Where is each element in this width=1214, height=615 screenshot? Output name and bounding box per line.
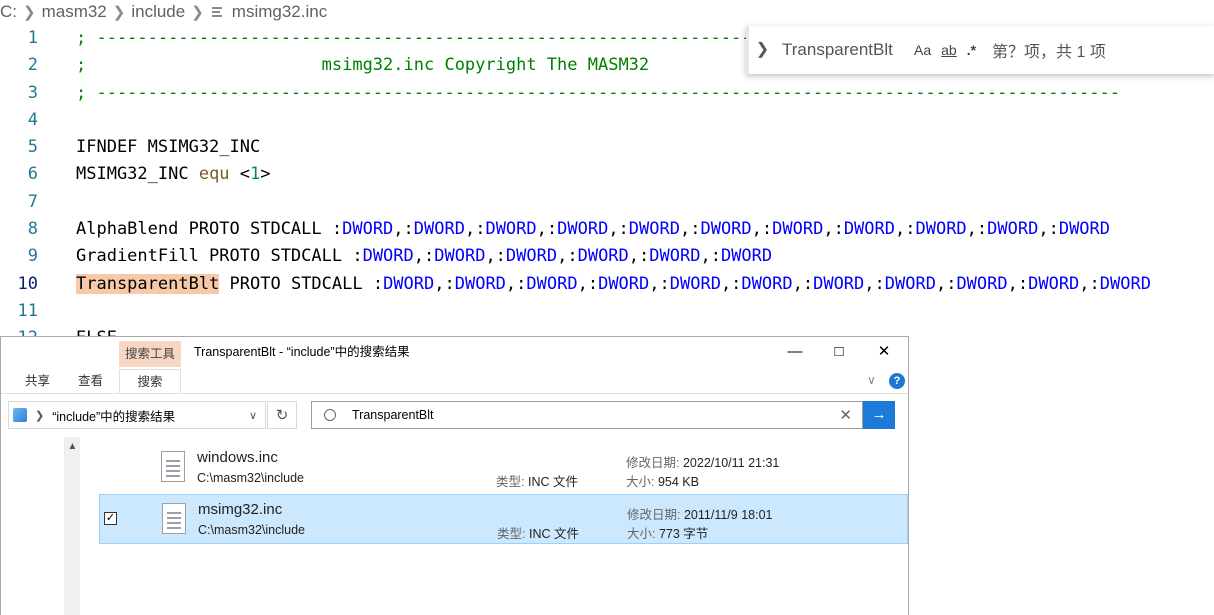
toggle-replace-icon[interactable]: ❯	[746, 26, 776, 74]
size-label: 大小:	[627, 527, 656, 541]
modified-value: 2022/10/11 21:31	[682, 456, 780, 470]
find-input[interactable]: TransparentBlt	[782, 40, 904, 60]
find-result-count: 第？项，共 1 项	[992, 44, 1106, 61]
file-lines-icon	[210, 5, 224, 19]
line-number: 8	[27, 219, 38, 240]
chevron-right-icon: ❯	[191, 4, 204, 21]
code-line[interactable]: ; --------------------------------------…	[76, 80, 1151, 107]
modified-value: 2011/11/9 18:01	[683, 508, 773, 522]
type-value: INC 文件	[527, 475, 578, 489]
tab-search[interactable]: 搜索	[119, 369, 181, 393]
window-title: TransparentBlt - “include”中的搜索结果	[194, 345, 410, 359]
scroll-up-icon[interactable]: ▲	[65, 441, 80, 452]
file-name[interactable]: msimg32.inc	[198, 501, 282, 518]
document-icon	[161, 451, 185, 482]
line-number-gutter: 1 2 3 4 5 6 7 8 9 10 11 12	[0, 25, 60, 353]
line-number-active: 10	[17, 273, 38, 294]
minimize-button[interactable]: —	[773, 337, 817, 367]
navigation-pane	[1, 437, 65, 615]
file-path: C:\masm32\include	[197, 471, 304, 485]
tab-share[interactable]: 共享	[25, 369, 50, 393]
line-number: 5	[27, 137, 38, 158]
code-line[interactable]: GradientFill PROTO STDCALL :DWORD,:DWORD…	[76, 243, 1151, 270]
refresh-button[interactable]: ↻	[267, 401, 297, 429]
size-value: 773 字节	[658, 527, 709, 541]
breadcrumb-folder-include[interactable]: include	[131, 2, 185, 22]
type-label: 类型:	[496, 475, 525, 489]
search-input[interactable]: TransparentBlt	[352, 408, 434, 422]
row-checkbox[interactable]: ✓	[104, 512, 117, 525]
line-number: 4	[27, 109, 38, 130]
search-tools-tab[interactable]: 搜索工具	[119, 341, 181, 367]
help-icon[interactable]: ?	[889, 373, 905, 389]
file-row[interactable]: windows.inc C:\masm32\include 类型: INC 文件…	[99, 443, 908, 493]
breadcrumb-folder-masm32[interactable]: masm32	[42, 2, 107, 22]
close-button[interactable]: ✕	[862, 337, 906, 367]
file-modified: 修改日期: 2011/11/9 18:01	[627, 504, 772, 523]
search-folder-icon	[13, 408, 27, 422]
type-value: INC 文件	[528, 527, 579, 541]
search-match-highlight: TransparentBlt	[76, 273, 220, 294]
code-line[interactable]: MSIMG32_INC equ <1>	[76, 161, 1151, 188]
file-size: 大小: 954 KB	[626, 471, 699, 490]
breadcrumb-file[interactable]: msimg32.inc	[232, 2, 327, 22]
line-number: 11	[17, 300, 38, 321]
search-icon	[324, 409, 336, 421]
line-number: 2	[27, 55, 38, 76]
breadcrumb: C: ❯ masm32 ❯ include ❯ msimg32.inc	[0, 0, 1214, 24]
line-number: 1	[27, 28, 38, 48]
file-modified: 修改日期: 2022/10/11 21:31	[626, 452, 779, 471]
modified-label: 修改日期:	[626, 456, 680, 470]
line-number: 3	[27, 82, 38, 103]
address-bar[interactable]: ❯ “include”中的搜索结果 ∨	[8, 401, 266, 429]
file-row-selected[interactable]: ✓ msimg32.inc C:\masm32\include 类型: INC …	[99, 494, 908, 544]
file-path: C:\masm32\include	[198, 523, 305, 537]
document-icon	[162, 503, 186, 534]
type-label: 类型:	[497, 527, 526, 541]
file-name[interactable]: windows.inc	[197, 449, 278, 466]
clear-icon[interactable]: ✕	[839, 406, 852, 424]
whole-word-toggle[interactable]: ab	[941, 42, 957, 58]
line-number: 7	[27, 191, 38, 212]
search-box[interactable]: TransparentBlt ✕	[311, 401, 863, 429]
tab-view[interactable]: 查看	[78, 369, 103, 393]
file-size: 大小: 773 字节	[627, 523, 708, 542]
chevron-down-icon[interactable]: ∨	[249, 409, 257, 422]
size-label: 大小:	[626, 475, 655, 489]
line-number: 6	[27, 164, 38, 185]
chevron-right-icon: ❯	[23, 4, 36, 21]
chevron-right-icon: ❯	[112, 4, 126, 21]
ribbon-divider	[1, 393, 908, 394]
file-type: 类型: INC 文件	[496, 471, 578, 490]
regex-toggle[interactable]: .*	[967, 42, 976, 58]
address-text: “include”中的搜索结果	[52, 409, 176, 424]
modified-label: 修改日期:	[627, 508, 681, 522]
find-widget: ❯ TransparentBlt Aa ab .* 第？项，共 1 项	[746, 26, 1214, 74]
code-line[interactable]: IFNDEF MSIMG32_INC	[76, 134, 1151, 161]
size-value: 954 KB	[657, 475, 699, 489]
file-explorer-window: 搜索工具 TransparentBlt - “include”中的搜索结果 — …	[0, 336, 909, 615]
maximize-button[interactable]: □	[817, 337, 861, 367]
file-type: 类型: INC 文件	[497, 523, 579, 542]
line-number: 9	[27, 246, 38, 267]
code-line[interactable]: TransparentBlt PROTO STDCALL :DWORD,:DWO…	[76, 271, 1151, 298]
code-editor[interactable]: ; --------------------------------------…	[76, 25, 1151, 353]
code-line[interactable]	[76, 107, 1151, 134]
chevron-down-icon[interactable]: ∨	[867, 373, 876, 387]
search-go-button[interactable]: →	[863, 401, 895, 429]
breadcrumb-drive[interactable]: C:	[0, 2, 17, 22]
code-line[interactable]: AlphaBlend PROTO STDCALL :DWORD,:DWORD,:…	[76, 216, 1151, 243]
code-line[interactable]	[76, 189, 1151, 216]
chevron-right-icon[interactable]: ❯	[35, 409, 44, 422]
match-case-toggle[interactable]: Aa	[914, 42, 931, 58]
code-line[interactable]	[76, 298, 1151, 325]
nav-scrollbar[interactable]: ▲	[65, 437, 80, 615]
